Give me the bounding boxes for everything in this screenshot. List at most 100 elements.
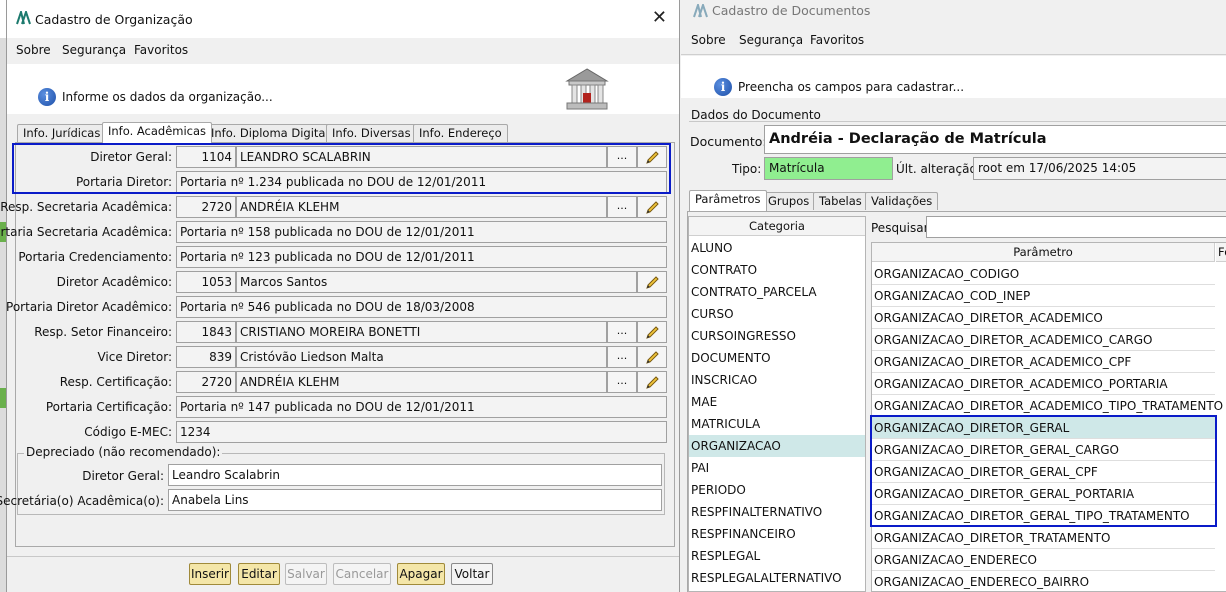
right-menu-seguranca[interactable]: Segurança bbox=[739, 33, 803, 47]
categoria-item[interactable]: MATRICULA bbox=[689, 413, 865, 435]
depreciado-diretor-geral-field[interactable]: Leandro Scalabrin bbox=[168, 464, 662, 486]
parametro-row[interactable]: ORGANIZACAO_DIRETOR_ACADEMICO_PORTARIA bbox=[872, 373, 1215, 395]
vice-diretor-edit-button[interactable] bbox=[637, 346, 667, 368]
tab-info-diversas[interactable]: Info. Diversas bbox=[326, 124, 417, 142]
vice-diretor-code-field[interactable]: 839 bbox=[176, 346, 236, 368]
parametro-row[interactable]: ORGANIZACAO_DIRETOR_GERAL_TIPO_TRATAMENT… bbox=[872, 505, 1215, 527]
ult-alteracao-field[interactable]: root em 17/06/2025 14:05 bbox=[973, 157, 1226, 180]
tab-info-endereco[interactable]: Info. Endereço bbox=[413, 124, 508, 142]
diretor-geral-code-field[interactable]: 1104 bbox=[176, 146, 236, 168]
parametro-row[interactable]: ORGANIZACAO_DIRETOR_GERAL_PORTARIA bbox=[872, 483, 1215, 505]
categoria-item[interactable]: CURSOINGRESSO bbox=[689, 325, 865, 347]
categoria-item[interactable]: CURSO bbox=[689, 303, 865, 325]
apagar-button[interactable]: Apagar bbox=[397, 563, 445, 585]
diretor-academico-code-field[interactable]: 1053 bbox=[176, 271, 236, 293]
editar-button[interactable]: Editar bbox=[238, 563, 280, 585]
resp-setor-financeiro-name-field[interactable]: CRISTIANO MOREIRA BONETTI bbox=[236, 321, 607, 343]
categoria-item[interactable]: RESPLEGAL bbox=[689, 545, 865, 567]
diretor-geral-edit-button[interactable] bbox=[637, 146, 667, 168]
diretor-academico-name-field[interactable]: Marcos Santos bbox=[236, 271, 637, 293]
categoria-item[interactable]: PERIODO bbox=[689, 479, 865, 501]
categoria-item[interactable]: PAI bbox=[689, 457, 865, 479]
tab-info-academicas[interactable]: Info. Acadêmicas bbox=[102, 122, 213, 143]
tipo-field[interactable]: Matrícula bbox=[764, 157, 893, 180]
diretor-geral-search-button[interactable]: ... bbox=[607, 146, 637, 168]
resp-certificacao-name-field[interactable]: ANDRÉIA KLEHM bbox=[236, 371, 607, 393]
ult-alteracao-label: Últ. alteração: bbox=[896, 162, 981, 176]
parametro-row[interactable]: ORGANIZACAO_ENDERECO bbox=[872, 549, 1215, 571]
portaria-diretor-field[interactable]: Portaria nº 1.234 publicada no DOU de 12… bbox=[176, 171, 667, 193]
menu-sobre[interactable]: Sobre bbox=[16, 43, 51, 57]
parametro-row[interactable]: ORGANIZACAO_DIRETOR_GERAL_CARGO bbox=[872, 439, 1215, 461]
resp-secretaria-code-field[interactable]: 2720 bbox=[176, 196, 236, 218]
portaria-credenciamento-field[interactable]: Portaria nº 123 publicada no DOU de 12/0… bbox=[176, 246, 667, 268]
resp-certificacao-edit-button[interactable] bbox=[637, 371, 667, 393]
resp-setor-financeiro-search-button[interactable]: ... bbox=[607, 321, 637, 343]
app-logo-icon bbox=[693, 4, 708, 18]
categoria-item[interactable]: RESPFINANCEIRO bbox=[689, 523, 865, 545]
salvar-button[interactable]: Salvar bbox=[285, 563, 327, 585]
codigo-emec-field[interactable]: 1234 bbox=[176, 421, 667, 443]
categoria-item[interactable]: RESPFINALTERNATIVO bbox=[689, 501, 865, 523]
tab-info-diploma-digital[interactable]: Info. Diploma Digital bbox=[205, 124, 335, 142]
voltar-button[interactable]: Voltar bbox=[451, 563, 493, 585]
tab-parametros[interactable]: Parâmetros bbox=[689, 190, 767, 211]
categoria-item[interactable]: RESPLEGALALTERNATIVO bbox=[689, 567, 865, 589]
parametro-row[interactable]: ORGANIZACAO_DIRETOR_GERAL_CPF bbox=[872, 461, 1215, 483]
portaria-diretor-academico-field[interactable]: Portaria nº 546 publicada no DOU de 18/0… bbox=[176, 296, 667, 318]
diretor-academico-edit-button[interactable] bbox=[637, 271, 667, 293]
label-portaria-certificacao: Portaria Certificação: bbox=[45, 400, 172, 414]
tab-tabelas[interactable]: Tabelas bbox=[813, 192, 868, 210]
parametro-row[interactable]: ORGANIZACAO_ENDERECO_BAIRRO bbox=[872, 571, 1215, 591]
resp-secretaria-edit-button[interactable] bbox=[637, 196, 667, 218]
portaria-certificacao-field[interactable]: Portaria nº 147 publicada no DOU de 12/0… bbox=[176, 396, 667, 418]
resp-setor-financeiro-edit-button[interactable] bbox=[637, 321, 667, 343]
categoria-item[interactable]: CONTRATO_PARCELA bbox=[689, 281, 865, 303]
parametro-row[interactable]: ORGANIZACAO_CODIGO bbox=[872, 263, 1215, 285]
right-menu-favoritos[interactable]: Favoritos bbox=[810, 33, 864, 47]
resp-setor-financeiro-code-field[interactable]: 1843 bbox=[176, 321, 236, 343]
parametro-row[interactable]: ORGANIZACAO_DIRETOR_ACADEMICO_TIPO_TRATA… bbox=[872, 395, 1223, 417]
label-portaria-diretor: Portaria Diretor: bbox=[75, 175, 172, 189]
vice-diretor-search-button[interactable]: ... bbox=[607, 346, 637, 368]
categoria-item[interactable]: ORGANIZACAO bbox=[689, 435, 865, 457]
menu-favoritos[interactable]: Favoritos bbox=[134, 43, 188, 57]
tab-grupos[interactable]: Grupos bbox=[762, 192, 816, 210]
diretor-geral-name-field[interactable]: LEANDRO SCALABRIN bbox=[236, 146, 607, 168]
categoria-item[interactable]: CONTRATO bbox=[689, 259, 865, 281]
label-diretor-geral: Diretor Geral: bbox=[90, 150, 172, 164]
pesquisar-input[interactable] bbox=[926, 216, 1226, 238]
tab-info-juridicas[interactable]: Info. Jurídicas bbox=[17, 124, 107, 142]
categoria-item[interactable]: INSCRICAO bbox=[689, 369, 865, 391]
documento-field[interactable]: Andréia - Declaração de Matrícula bbox=[764, 125, 1226, 154]
menu-seguranca[interactable]: Segurança bbox=[62, 43, 126, 57]
parametro-row[interactable]: ORGANIZACAO_DIRETOR_ACADEMICO_CPF bbox=[872, 351, 1215, 373]
right-tab-strip: Parâmetros Grupos Tabelas Validações bbox=[688, 190, 958, 211]
categoria-item[interactable]: DOCUMENTO bbox=[689, 347, 865, 369]
resp-certificacao-code-field[interactable]: 2720 bbox=[176, 371, 236, 393]
resp-secretaria-search-button[interactable]: ... bbox=[607, 196, 637, 218]
resp-secretaria-name-field[interactable]: ANDRÉIA KLEHM bbox=[236, 196, 607, 218]
cancelar-button[interactable]: Cancelar bbox=[333, 563, 391, 585]
tab-validacoes[interactable]: Validações bbox=[865, 192, 939, 210]
parametro-row[interactable]: ORGANIZACAO_DIRETOR_GERAL bbox=[872, 417, 1215, 439]
portaria-secretaria-field[interactable]: Portaria nº 158 publicada no DOU de 12/0… bbox=[176, 221, 667, 243]
parametro-row[interactable]: ORGANIZACAO_COD_INEP bbox=[872, 285, 1215, 307]
parametro-row[interactable]: ORGANIZACAO_DIRETOR_ACADEMICO_CARGO bbox=[872, 329, 1215, 351]
parametro-row[interactable]: ORGANIZACAO_DIRETOR_ACADEMICO bbox=[872, 307, 1215, 329]
resp-certificacao-search-button[interactable]: ... bbox=[607, 371, 637, 393]
vice-diretor-name-field[interactable]: Cristóvão Liedson Malta bbox=[236, 346, 607, 368]
inserir-button[interactable]: Inserir bbox=[189, 563, 231, 585]
info-icon: i bbox=[714, 78, 732, 96]
building-icon bbox=[565, 68, 609, 110]
dados-documento-title: Dados do Documento bbox=[691, 108, 821, 122]
close-icon[interactable]: ✕ bbox=[652, 7, 667, 28]
parametro-row[interactable]: ORGANIZACAO_DIRETOR_TRATAMENTO bbox=[872, 527, 1215, 549]
right-menu-sobre[interactable]: Sobre bbox=[691, 33, 726, 47]
categoria-item[interactable]: MAE bbox=[689, 391, 865, 413]
categoria-item[interactable]: ALUNO bbox=[689, 237, 865, 259]
app-logo-icon bbox=[16, 11, 31, 25]
depreciado-secretaria-field[interactable]: Anabela Lins bbox=[168, 489, 662, 511]
label-depreciado-diretor-geral: Diretor Geral: bbox=[82, 469, 164, 483]
section-line bbox=[689, 121, 1226, 122]
